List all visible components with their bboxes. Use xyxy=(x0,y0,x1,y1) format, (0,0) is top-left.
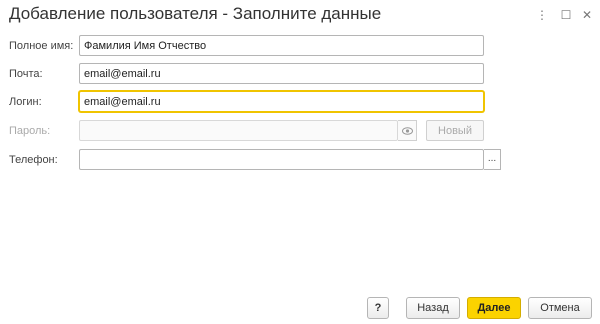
more-options-icon[interactable]: ⋮ xyxy=(535,8,549,22)
next-button[interactable]: Далее xyxy=(467,297,521,319)
show-password-button[interactable] xyxy=(398,120,417,141)
back-button[interactable]: Назад xyxy=(406,297,460,319)
login-field[interactable]: email@email.ru xyxy=(79,91,484,112)
email-field[interactable]: email@email.ru xyxy=(79,63,484,84)
login-label: Логин: xyxy=(9,96,42,108)
help-button[interactable]: ? xyxy=(367,297,389,319)
new-password-button[interactable]: Новый xyxy=(426,120,484,141)
password-field[interactable] xyxy=(79,120,398,141)
phone-field[interactable] xyxy=(79,149,484,170)
window-title: Добавление пользователя - Заполните данн… xyxy=(9,4,382,23)
email-label: Почта: xyxy=(9,68,43,80)
full-name-label: Полное имя: xyxy=(9,40,74,52)
close-icon[interactable]: ✕ xyxy=(580,8,594,22)
phone-select-button[interactable]: ... xyxy=(484,149,501,170)
phone-label: Телефон: xyxy=(9,154,58,166)
password-label: Пароль: xyxy=(9,125,51,137)
full-name-field[interactable]: Фамилия Имя Отчество xyxy=(79,35,484,56)
cancel-button[interactable]: Отмена xyxy=(528,297,592,319)
eye-icon xyxy=(401,126,413,135)
maximize-icon[interactable]: ☐ xyxy=(559,8,573,22)
